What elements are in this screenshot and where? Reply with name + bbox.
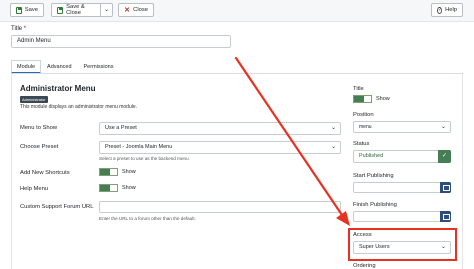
annotation-arrow-icon bbox=[234, 56, 350, 226]
